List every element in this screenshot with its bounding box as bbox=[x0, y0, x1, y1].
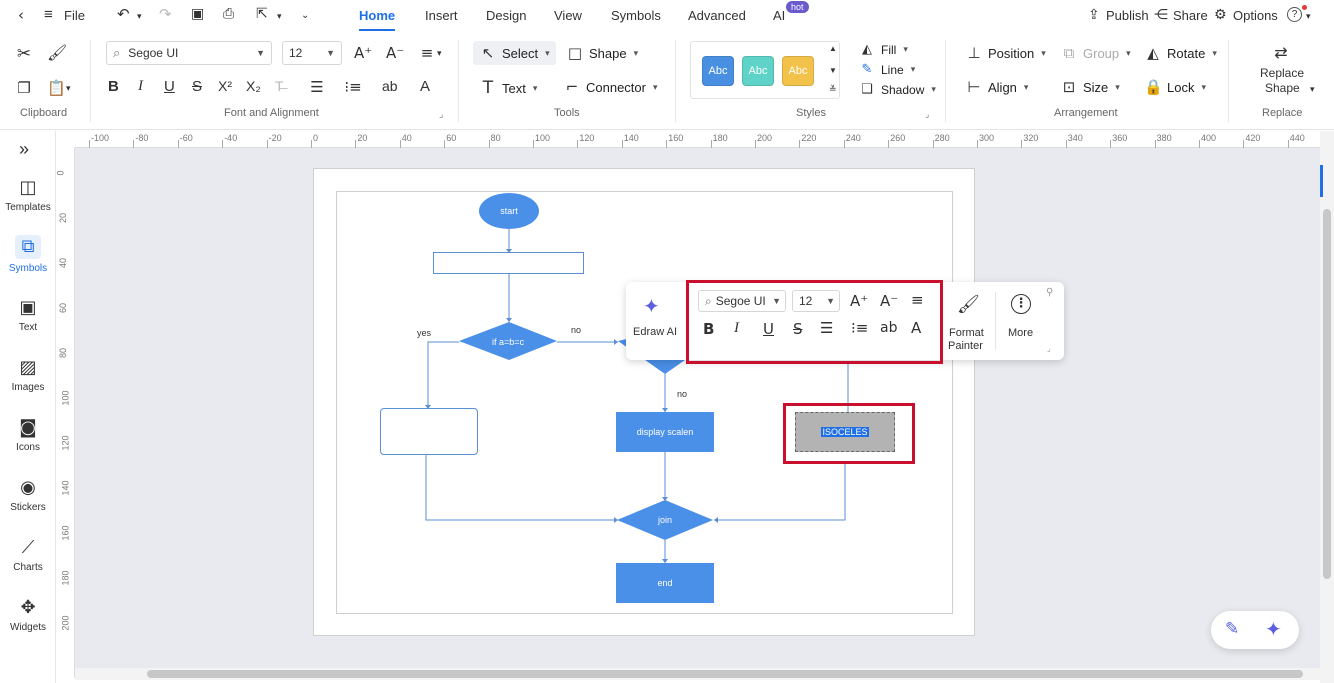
more-icon[interactable]: ⋮ bbox=[1011, 294, 1031, 314]
ai-floating-pill: ✎ ✦ bbox=[1211, 611, 1299, 649]
sparkle-icon[interactable]: ✦ bbox=[643, 294, 660, 318]
format-painter-label-2[interactable]: Painter bbox=[948, 340, 983, 352]
empty-terminal-box[interactable] bbox=[380, 408, 478, 455]
display-scalen-node[interactable]: display scalen bbox=[616, 412, 714, 452]
format-painter-label-1[interactable]: Format bbox=[949, 327, 984, 339]
end-node[interactable]: end bbox=[616, 563, 714, 603]
format-brush-icon[interactable]: 🖌 bbox=[957, 294, 980, 315]
no-label-2: no bbox=[677, 389, 688, 399]
start-node[interactable]: start bbox=[479, 193, 539, 229]
magic-wand-icon[interactable]: ✎ bbox=[1225, 619, 1239, 639]
more-button[interactable]: More bbox=[1008, 327, 1033, 339]
divider bbox=[995, 292, 996, 350]
scroll-indicator bbox=[1320, 165, 1323, 197]
pin-icon[interactable]: ⚲ bbox=[1046, 287, 1053, 298]
yes-label: yes bbox=[417, 328, 432, 338]
horizontal-scroll-thumb[interactable] bbox=[147, 670, 1303, 678]
vertical-scroll-thumb[interactable] bbox=[1323, 209, 1331, 579]
process-box[interactable] bbox=[433, 252, 584, 274]
highlight-box-text-tools bbox=[686, 280, 943, 364]
horizontal-scrollbar[interactable] bbox=[75, 668, 1320, 680]
vertical-scrollbar[interactable] bbox=[1320, 131, 1334, 683]
join-label: join bbox=[657, 515, 672, 525]
no-label: no bbox=[571, 325, 582, 335]
highlight-box-selected-shape bbox=[783, 403, 915, 464]
decision-label: if a=b=c bbox=[491, 337, 525, 347]
expand-icon[interactable]: ⌟ bbox=[1047, 344, 1051, 353]
edraw-ai-button[interactable]: Edraw AI bbox=[633, 326, 677, 338]
sparkle-icon[interactable]: ✦ bbox=[1265, 617, 1282, 642]
